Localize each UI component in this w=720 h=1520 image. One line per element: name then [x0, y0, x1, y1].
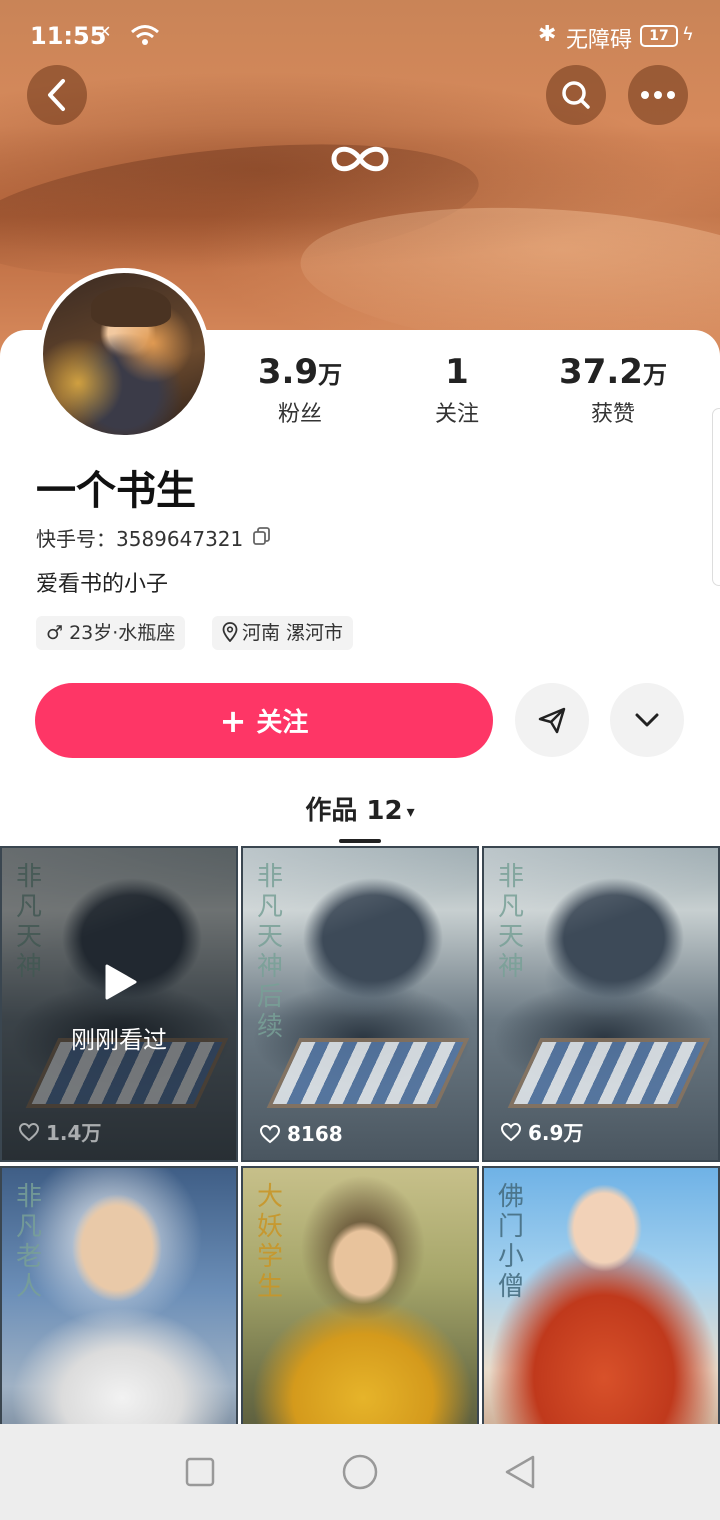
follow-button[interactable]: + 关注: [35, 683, 493, 758]
home-button[interactable]: [330, 1442, 390, 1502]
avatar-hair: [91, 287, 171, 327]
battery-icon: 17: [640, 25, 678, 47]
profile-name: 一个书生: [36, 468, 196, 514]
location-pin-icon: [222, 622, 238, 643]
tag-location: 河南 漯河市: [212, 616, 354, 650]
follow-button-label: 关注: [256, 708, 309, 738]
side-drawer-handle[interactable]: [712, 408, 720, 586]
triangle-back-icon: [505, 1455, 535, 1489]
kuaishou-id-label: 快手号：: [36, 527, 116, 551]
tab-works[interactable]: 作品 12 ▾: [0, 790, 720, 827]
stat-fans-unit: 万: [318, 361, 343, 389]
infinity-icon: [330, 142, 390, 180]
status-bar: 11:55 ✕ ✱ 无障碍 17 ϟ: [0, 0, 720, 72]
video-likes: 6.9万: [500, 1117, 583, 1146]
back-button[interactable]: [27, 65, 87, 125]
chess-board: [507, 1038, 711, 1108]
accessibility-label: 无障碍: [566, 28, 633, 53]
tag-location-text: 河南 漯河市: [242, 622, 344, 644]
send-icon: [538, 707, 566, 734]
stat-likes-value: 37.2: [559, 352, 643, 392]
stat-likes-label: 获赞: [590, 402, 635, 427]
charging-icon: ϟ: [682, 24, 694, 45]
video-card[interactable]: 非凡天神 6.9万: [482, 846, 720, 1162]
video-card[interactable]: 非凡天神 刚刚看过 1.4万: [0, 846, 238, 1162]
video-title-text: 非凡天神后续: [257, 862, 284, 1042]
kuaishou-id: 快手号：3589647321: [36, 523, 243, 552]
status-time: 11:55: [30, 22, 107, 50]
video-likes-count: 6.9万: [528, 1121, 584, 1145]
more-dots-icon: [641, 91, 675, 99]
more-actions-button[interactable]: [610, 683, 684, 757]
more-button[interactable]: [628, 65, 688, 125]
video-likes-count: 8168: [287, 1122, 343, 1146]
search-icon: [562, 81, 590, 109]
stat-following[interactable]: 1 关注: [377, 352, 537, 428]
profile-bio: 爱看书的小子: [36, 572, 169, 597]
chevron-left-icon: [48, 79, 65, 111]
heart-icon: [18, 1122, 40, 1141]
chevron-down-icon: [635, 713, 659, 727]
watched-overlay: [2, 848, 236, 1160]
system-nav-bar: [0, 1424, 720, 1520]
plus-icon: +: [219, 701, 247, 740]
video-title-text: 非凡天神: [498, 862, 525, 982]
stat-fans-label: 粉丝: [277, 402, 322, 427]
wifi-icon: [130, 24, 160, 50]
bluetooth-icon: ✱: [538, 22, 557, 47]
kuaishou-id-value: 3589647321: [116, 527, 244, 551]
stat-likes-unit: 万: [642, 361, 667, 389]
heart-icon: [259, 1124, 281, 1144]
circle-icon: [342, 1454, 378, 1490]
play-icon: [105, 964, 137, 1000]
tab-works-label: 作品 12: [305, 796, 403, 826]
copy-icon[interactable]: [252, 526, 272, 550]
stat-fans-value: 3.9: [257, 352, 319, 392]
share-button[interactable]: [515, 683, 589, 757]
video-likes-count: 1.4万: [46, 1121, 102, 1145]
video-card[interactable]: 非凡天神后续 8168: [241, 846, 479, 1162]
tag-age: ♂ 23岁·水瓶座: [36, 616, 186, 650]
just-watched-label: 刚刚看过: [71, 1026, 167, 1054]
avatar[interactable]: [38, 268, 210, 440]
stat-fans[interactable]: 3.9万 粉丝: [220, 352, 380, 428]
search-button[interactable]: [546, 65, 606, 125]
heart-icon: [500, 1122, 522, 1141]
stat-following-label: 关注: [434, 402, 479, 427]
video-likes: 1.4万: [18, 1117, 101, 1146]
recents-button[interactable]: [170, 1442, 230, 1502]
square-icon: [185, 1457, 215, 1487]
chess-board: [266, 1038, 470, 1108]
tab-indicator: [339, 839, 381, 843]
video-likes: 8168: [259, 1122, 343, 1146]
back-nav-button[interactable]: [490, 1442, 550, 1502]
caret-down-icon: ▾: [406, 802, 415, 821]
video-title-text: 大妖学生: [257, 1182, 284, 1302]
video-title-text: 非凡老人: [16, 1182, 43, 1302]
video-title-text: 佛门小僧: [498, 1182, 525, 1302]
signal-icon: ✕: [98, 22, 112, 41]
stat-likes[interactable]: 37.2万 获赞: [533, 352, 693, 428]
stat-following-value: 1: [445, 352, 469, 392]
